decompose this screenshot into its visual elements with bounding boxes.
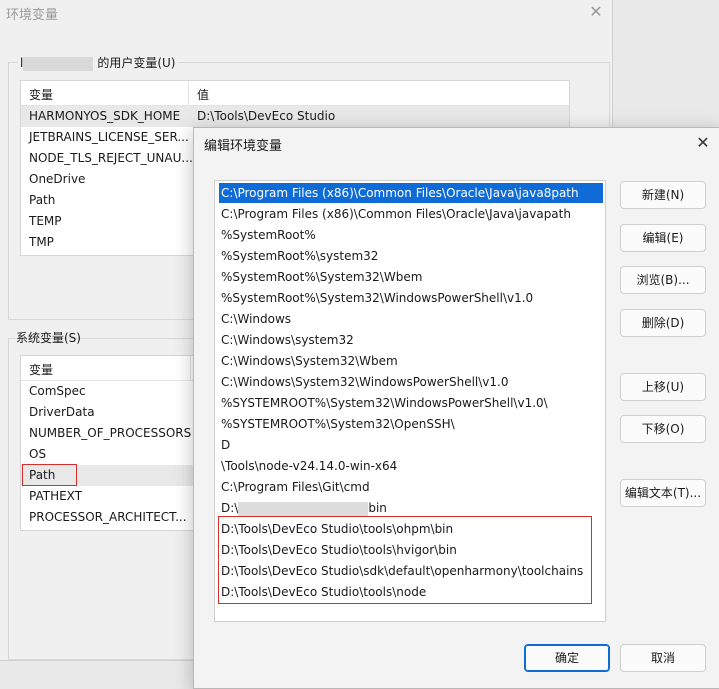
new-entries-highlight-box	[218, 516, 592, 604]
variable-name: PROCESSOR_ARCHITECT...	[29, 510, 187, 524]
new-button[interactable]: 新建(N)	[620, 181, 706, 209]
path-suffix: bin	[368, 501, 387, 515]
list-item[interactable]: OS	[21, 444, 201, 465]
close-icon[interactable]: ✕	[692, 132, 714, 154]
variable-name: NODE_TLS_REJECT_UNAU...	[29, 151, 193, 165]
list-item[interactable]: NUMBER_OF_PROCESSORS	[21, 423, 201, 444]
list-item[interactable]: %SystemRoot%\System32\Wbem	[219, 267, 603, 287]
variable-name: TMP	[29, 235, 54, 249]
edit-environment-variable-dialog: 编辑环境变量 ✕ C:\Program Files (x86)\Common F…	[193, 127, 719, 689]
list-item[interactable]: D	[219, 435, 603, 455]
dialog-title: 编辑环境变量	[204, 139, 283, 154]
list-item[interactable]: DriverData	[21, 402, 201, 423]
variable-name: PATHEXT	[29, 489, 83, 503]
close-icon[interactable]: ✕	[586, 2, 606, 22]
list-header: 变量 值	[21, 81, 569, 106]
move-down-button[interactable]: 下移(O)	[620, 415, 706, 443]
user-label-suffix: 的用户变量(U)	[97, 56, 176, 70]
system-variables-label: 系统变量(S)	[16, 331, 81, 345]
edit-button[interactable]: 编辑(E)	[620, 224, 706, 252]
list-item[interactable]: %SYSTEMROOT%\System32\WindowsPowerShell\…	[219, 393, 603, 413]
variable-name: TEMP	[29, 214, 62, 228]
path-prefix: D:\	[221, 501, 239, 515]
list-item[interactable]: C:\Windows	[219, 309, 603, 329]
variable-name: ComSpec	[29, 384, 86, 398]
list-item[interactable]: %SystemRoot%\system32	[219, 246, 603, 266]
variable-value: D:\Tools\DevEco Studio	[197, 109, 336, 123]
variable-name: HARMONYOS_SDK_HOME	[29, 109, 181, 123]
list-item[interactable]: C:\Program Files\Git\cmd	[219, 477, 603, 497]
cancel-button[interactable]: 取消	[620, 644, 706, 672]
variable-name: DriverData	[29, 405, 95, 419]
list-item[interactable]: \Tools\node-v24.14.0-win-x64	[219, 456, 603, 476]
redacted-username	[23, 56, 94, 71]
edit-text-button[interactable]: 编辑文本(T)...	[620, 479, 706, 507]
list-item[interactable]: C:\Windows\system32	[219, 330, 603, 350]
list-item[interactable]: %SYSTEMROOT%\System32\OpenSSH\	[219, 414, 603, 434]
redacted-path	[238, 501, 369, 516]
list-item[interactable]: ComSpec	[21, 381, 201, 402]
ok-button[interactable]: 确定	[524, 644, 610, 672]
browse-button[interactable]: 浏览(B)...	[620, 266, 706, 294]
list-item[interactable]: C:\Windows\System32\Wbem	[219, 351, 603, 371]
delete-button[interactable]: 删除(D)	[620, 309, 706, 337]
list-item[interactable]: C:\Program Files (x86)\Common Files\Orac…	[219, 204, 603, 224]
move-up-button[interactable]: 上移(U)	[620, 373, 706, 401]
column-header-name[interactable]: 变量	[29, 86, 53, 103]
list-item[interactable]: D:\ bin	[219, 498, 603, 518]
list-item[interactable]: HARMONYOS_SDK_HOME D:\Tools\DevEco Studi…	[21, 106, 569, 127]
system-variables-list[interactable]: 变量 ComSpec DriverData NUMBER_OF_PROCESSO…	[20, 355, 202, 531]
variable-name: OneDrive	[29, 172, 86, 186]
variable-name: Path	[29, 193, 56, 207]
path-highlight-box	[22, 464, 77, 486]
list-item[interactable]: PATHEXT	[21, 486, 201, 507]
user-variables-label: l 的用户变量(U)	[18, 54, 178, 71]
list-item[interactable]: C:\Windows\System32\WindowsPowerShell\v1…	[219, 372, 603, 392]
list-item[interactable]: %SystemRoot%\System32\WindowsPowerShell\…	[219, 288, 603, 308]
list-header: 变量	[21, 356, 201, 381]
variable-name: NUMBER_OF_PROCESSORS	[29, 426, 192, 440]
list-item[interactable]: %SystemRoot%	[219, 225, 603, 245]
list-item[interactable]: C:\Program Files (x86)\Common Files\Orac…	[219, 183, 603, 203]
variable-name: JETBRAINS_LICENSE_SER...	[29, 130, 189, 144]
variable-name: OS	[29, 447, 47, 461]
list-item[interactable]: PROCESSOR_ARCHITECT...	[21, 507, 201, 528]
column-header-value[interactable]: 值	[197, 86, 209, 103]
column-header-name[interactable]: 变量	[29, 361, 53, 378]
window-title: 环境变量	[6, 8, 59, 23]
